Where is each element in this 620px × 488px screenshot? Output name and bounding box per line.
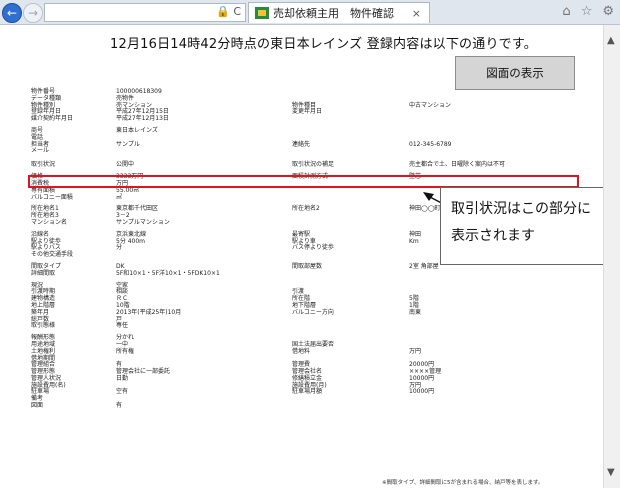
callout-line-2: 表示されます <box>451 228 535 244</box>
back-button[interactable]: ← <box>2 3 22 23</box>
browser-tab[interactable]: 売却依頼主用 物件確認 × <box>248 2 430 23</box>
lock-refresh-icon[interactable]: 🔒 C <box>216 5 241 18</box>
callout-line-1: 取引状況はこの部分に <box>451 201 591 217</box>
browser-right-icons: ⌂ ☆ ⚙ <box>562 4 614 19</box>
scroll-up-icon[interactable]: ▲ <box>607 35 615 46</box>
tab-close-button[interactable]: × <box>412 7 421 20</box>
vertical-scrollbar[interactable]: ▲ ▼ <box>603 25 620 488</box>
callout-box: 取引状況はこの部分に 表示されます <box>440 187 608 265</box>
forward-button[interactable]: → <box>23 3 43 23</box>
home-icon[interactable]: ⌂ <box>562 4 570 19</box>
scroll-down-icon[interactable]: ▼ <box>607 467 615 478</box>
star-icon[interactable]: ☆ <box>581 4 593 19</box>
tab-title: 売却依頼主用 物件確認 <box>273 7 394 20</box>
gear-icon[interactable]: ⚙ <box>602 4 614 19</box>
site-favicon-icon <box>255 7 269 19</box>
address-bar[interactable]: 🔒 C <box>44 3 246 22</box>
browser-toolbar: ← → 🔒 C 売却依頼主用 物件確認 × ⌂ ☆ ⚙ <box>0 0 620 25</box>
footnote: ※間取タイプ、詳細間取に5が含まれる場合、納戸等を表します。 <box>382 480 544 486</box>
